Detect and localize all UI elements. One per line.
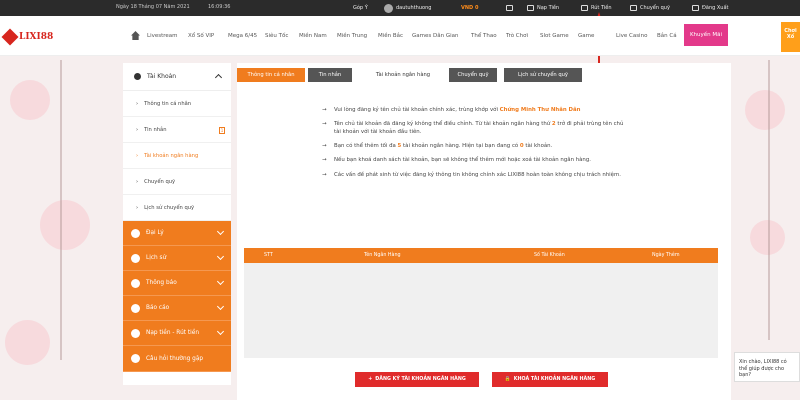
logout-button[interactable]: Đăng Xuất bbox=[692, 2, 729, 14]
chevron-down-icon bbox=[216, 252, 225, 261]
nav-tro-choi[interactable]: Trò Chơi bbox=[506, 33, 528, 39]
chevron-down-icon bbox=[216, 227, 225, 236]
nav-sieu-toc[interactable]: Siêu Tốc bbox=[265, 33, 288, 39]
play-lottery-corner[interactable]: Chơi Xổ bbox=[781, 22, 800, 52]
main-navbar: LIXI88 Livestream Xổ Số VIP Mega 6/45 Si… bbox=[0, 16, 800, 56]
chart-icon bbox=[131, 303, 140, 313]
nav-mien-bac[interactable]: Miền Bắc bbox=[378, 33, 403, 39]
col-account-number: Số Tài Khoản bbox=[534, 253, 565, 258]
rule-item: → Tên chủ tài khoản đã đăng ký không thể … bbox=[322, 121, 624, 136]
branch-decoration bbox=[60, 60, 62, 360]
deposit-button[interactable]: Nạp Tiền bbox=[527, 2, 559, 14]
nav-slot-game[interactable]: Slot Game bbox=[540, 33, 569, 39]
rule-item: → Nếu bạn khoá danh sách tài khoản, bạn s… bbox=[322, 157, 591, 164]
sidebar-item-reports[interactable]: Báo cáo bbox=[123, 296, 231, 321]
chevron-down-icon bbox=[216, 302, 225, 311]
sidebar-item-agent[interactable]: Đại Lý bbox=[123, 221, 231, 246]
chevron-up-icon bbox=[214, 73, 223, 82]
sidebar-item-transfer-history[interactable]: › Lịch sử chuyển quỹ bbox=[123, 195, 231, 221]
user-menu[interactable]: dautuhthuong bbox=[384, 2, 431, 14]
nav-promo[interactable]: Khuyến Mãi bbox=[684, 24, 728, 46]
group-icon bbox=[131, 228, 140, 238]
lock-icon: 🔒 bbox=[504, 377, 511, 382]
transfer-icon bbox=[630, 5, 637, 11]
message-count-badge: 1 bbox=[219, 127, 225, 134]
tab-bank-account[interactable]: Tài khoản ngân hàng bbox=[355, 68, 451, 82]
rule-item: → Vui lòng đăng ký tên chủ tài khoản chín… bbox=[322, 107, 581, 113]
branch-decoration bbox=[768, 60, 770, 340]
username: dautuhthuong bbox=[396, 5, 432, 11]
nav-mien-nam[interactable]: Miền Nam bbox=[299, 33, 327, 39]
bank-account-panel: Thông tin cá nhân Tin nhắn Tài khoản ngâ… bbox=[237, 63, 731, 400]
home-icon[interactable] bbox=[131, 31, 140, 40]
blossom-decoration bbox=[745, 90, 785, 130]
sidebar-item-transfer[interactable]: › Chuyển quỹ bbox=[123, 169, 231, 195]
chevron-down-icon bbox=[216, 277, 225, 286]
nav-mega[interactable]: Mega 6/45 bbox=[228, 33, 257, 39]
sidebar-item-bank-account[interactable]: › Tài khoản ngân hàng bbox=[123, 143, 231, 169]
nav-the-thao[interactable]: Thể Thao bbox=[471, 33, 497, 39]
bell-icon bbox=[131, 278, 140, 288]
register-bank-button[interactable]: + ĐĂNG KÝ TÀI KHOẢN NGÂN HÀNG bbox=[355, 372, 479, 387]
tab-transfer-history[interactable]: Lịch sử chuyển quỹ bbox=[504, 68, 582, 82]
clock-icon bbox=[131, 253, 140, 263]
blossom-decoration bbox=[40, 200, 90, 250]
balance[interactable]: VND 0 bbox=[461, 2, 478, 14]
tab-messages[interactable]: Tin nhắn bbox=[308, 68, 352, 82]
avatar bbox=[384, 3, 393, 13]
nav-mien-trung[interactable]: Miền Trung bbox=[337, 33, 367, 39]
cash-icon bbox=[581, 5, 588, 11]
sidebar-item-history[interactable]: Lịch sử bbox=[123, 246, 231, 271]
mail-icon[interactable] bbox=[506, 2, 513, 14]
tab-profile[interactable]: Thông tin cá nhân bbox=[237, 68, 305, 82]
sidebar-item-deposit-withdraw[interactable]: Nạp tiền - Rút tiền bbox=[123, 321, 231, 346]
nav-games-dan-gian[interactable]: Games Dân Gian bbox=[412, 33, 458, 39]
transfer-button[interactable]: Chuyển quỹ bbox=[630, 2, 670, 14]
lock-bank-button[interactable]: 🔒 KHOÁ TÀI KHOẢN NGÂN HÀNG bbox=[492, 372, 608, 387]
plus-icon: + bbox=[368, 377, 373, 382]
col-stt: STT bbox=[264, 253, 273, 258]
nav-game[interactable]: Game bbox=[578, 33, 594, 39]
nav-livestream[interactable]: Livestream bbox=[147, 33, 178, 39]
sidebar-item-messages[interactable]: › Tin nhắn 1 bbox=[123, 117, 231, 143]
blossom-decoration bbox=[5, 320, 50, 365]
logout-icon bbox=[692, 5, 699, 11]
feedback-link[interactable]: Góp Ý bbox=[353, 2, 368, 14]
sidebar-item-profile[interactable]: › Thông tin cá nhân bbox=[123, 91, 231, 117]
nav-live-casino[interactable]: Live Casino bbox=[616, 33, 647, 39]
col-date-added: Ngày Thêm bbox=[652, 253, 680, 258]
user-icon bbox=[134, 73, 141, 80]
blossom-decoration bbox=[10, 80, 50, 120]
bank-table-header: STT Tên Ngân Hàng Số Tài Khoản Ngày Thêm bbox=[244, 248, 718, 263]
col-bank-name: Tên Ngân Hàng bbox=[364, 253, 401, 258]
rule-item: → Các vấn đề phát sinh từ việc đăng ký th… bbox=[322, 171, 621, 178]
site-logo[interactable]: LIXI88 bbox=[1, 28, 60, 46]
account-sidebar: Tài Khoản › Thông tin cá nhân › Tin nhắn 1 … bbox=[123, 63, 231, 385]
top-bar: Ngày 18 Tháng 07 Năm 2021 16:09:36 Góp Ý… bbox=[0, 0, 800, 16]
current-date: Ngày 18 Tháng 07 Năm 2021 bbox=[116, 4, 190, 10]
nav-xoso-vip[interactable]: Xổ Số VIP bbox=[188, 33, 214, 39]
logo-mark bbox=[1, 28, 19, 46]
bank-rules-list: → Vui lòng đăng ký tên chủ tài khoản chín… bbox=[316, 106, 626, 185]
sidebar-item-faq[interactable]: Câu hỏi thường gặp bbox=[123, 346, 231, 372]
dollar-icon bbox=[131, 328, 140, 338]
bank-table-body bbox=[244, 263, 718, 358]
current-time: 16:09:36 bbox=[208, 4, 231, 10]
sidebar-account-header[interactable]: Tài Khoản bbox=[123, 63, 231, 91]
rule-item: → Bạn có thể thêm tối đa 5 tài khoản ngân… bbox=[322, 143, 553, 150]
location-icon bbox=[131, 354, 140, 363]
nav-ban-ca[interactable]: Bắn Cá bbox=[657, 33, 677, 39]
sidebar-item-notifications[interactable]: Thông báo bbox=[123, 271, 231, 296]
tab-transfer[interactable]: Chuyển quỹ bbox=[449, 68, 497, 82]
chevron-down-icon bbox=[216, 327, 225, 336]
wallet-icon bbox=[527, 5, 534, 11]
chat-widget[interactable]: Xin chào, LIXI88 có thể giúp được cho bạ… bbox=[734, 352, 800, 382]
